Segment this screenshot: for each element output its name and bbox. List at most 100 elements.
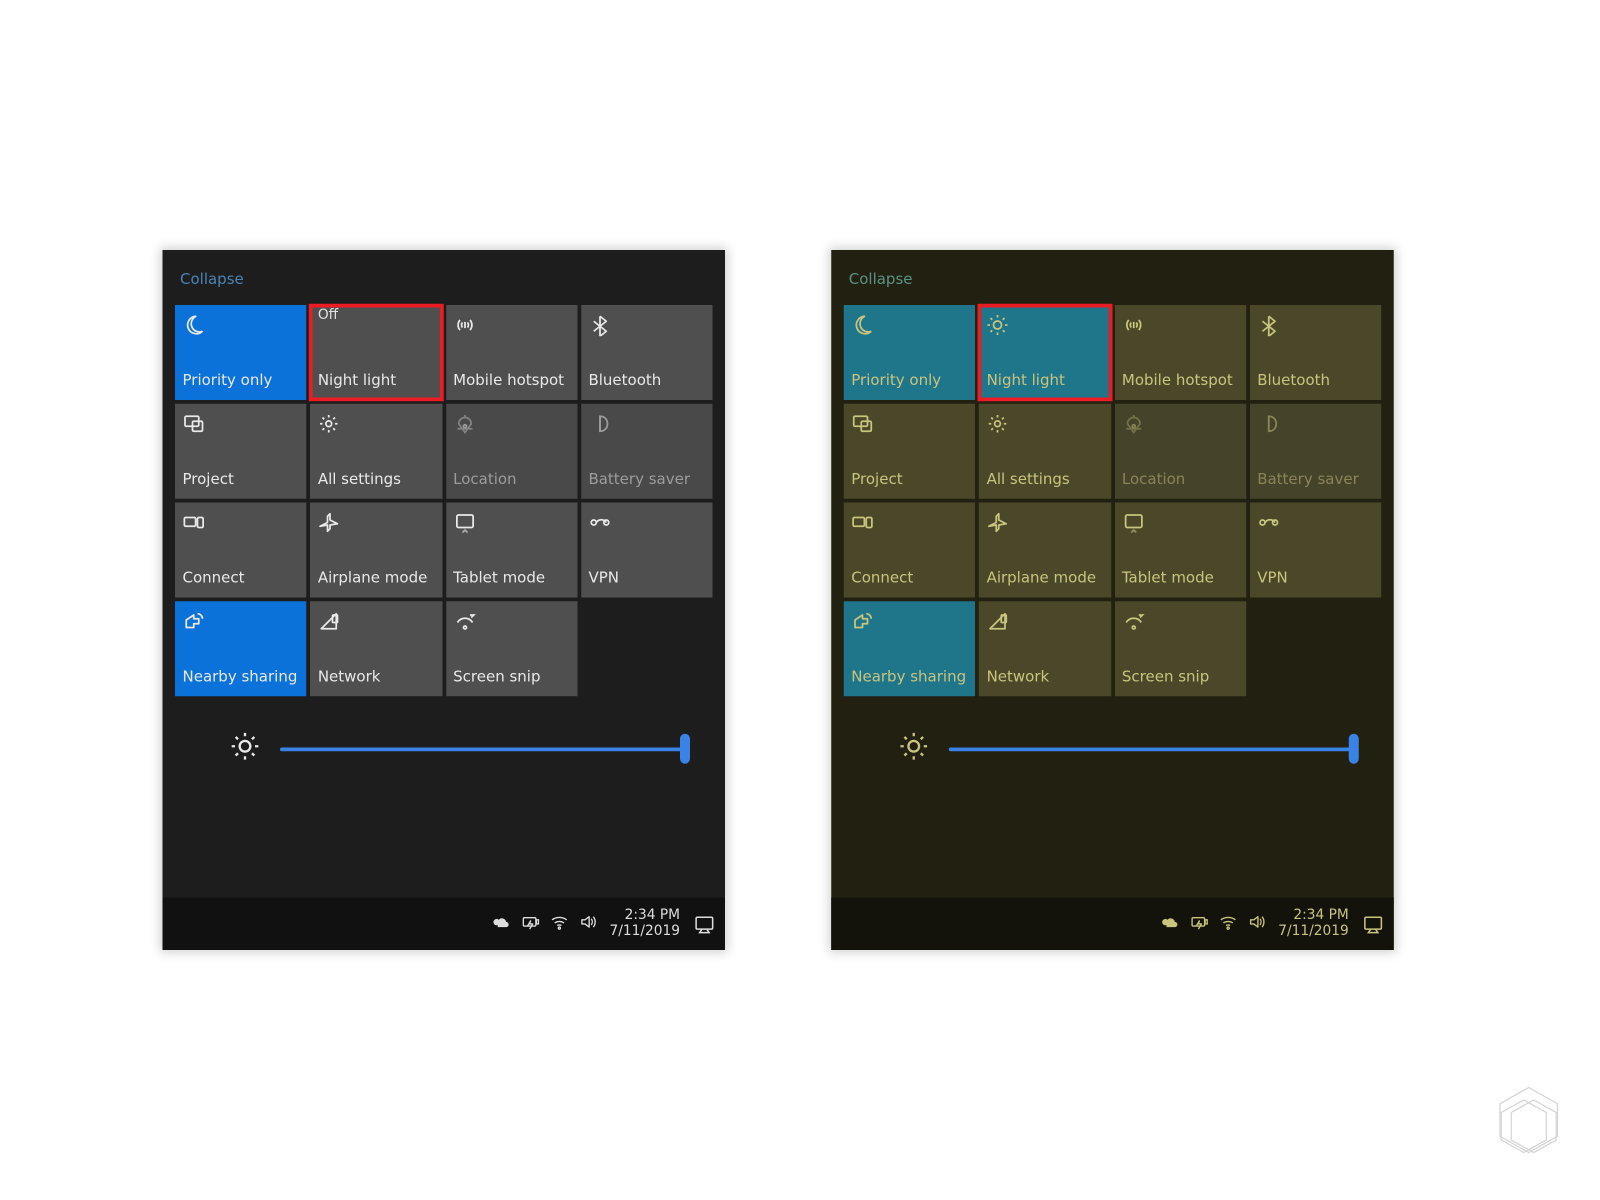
clock[interactable]: 2:34 PM 7/11/2019: [1278, 908, 1349, 940]
onedrive-icon[interactable]: [1161, 913, 1180, 936]
network-icon: [987, 609, 1104, 634]
tile-label: Screen snip: [1122, 669, 1239, 686]
brightness-icon: [899, 731, 929, 766]
location-icon: [453, 411, 570, 436]
tile-network[interactable]: Network: [979, 601, 1111, 696]
tile-label: Nearby sharing: [851, 669, 968, 686]
slider-track[interactable]: [949, 747, 1359, 751]
tile-night-light[interactable]: Off Night light: [310, 305, 442, 400]
tile-screen-snip[interactable]: Screen snip: [446, 601, 578, 696]
tile-connect[interactable]: Connect: [175, 503, 307, 598]
tile-status: Off: [318, 308, 435, 324]
tile-bluetooth[interactable]: Bluetooth: [581, 305, 713, 400]
action-center-icon[interactable]: [693, 913, 716, 936]
tile-label: All settings: [987, 472, 1104, 489]
tile-mobile-hotspot[interactable]: Mobile hotspot: [1114, 305, 1246, 400]
location-icon: [1122, 411, 1239, 436]
quick-action-grid: Priority only Off Night light Mobile hot…: [175, 305, 713, 696]
tile-label: Battery saver: [588, 472, 705, 489]
project-icon: [851, 411, 968, 436]
tile-label: Night light: [318, 373, 435, 390]
slider-track[interactable]: [280, 747, 690, 751]
vpn-icon: [588, 510, 705, 535]
tile-label: VPN: [1257, 570, 1374, 587]
tile-label: Tablet mode: [453, 570, 570, 587]
watermark-logo: [1485, 1080, 1573, 1173]
action-center-panel-nightlight: Collapse Priority only Night light Mobil…: [831, 250, 1394, 950]
action-center-icon[interactable]: [1361, 913, 1384, 936]
tile-all-settings[interactable]: All settings: [310, 404, 442, 499]
clock[interactable]: 2:34 PM 7/11/2019: [609, 908, 680, 940]
tile-mobile-hotspot[interactable]: Mobile hotspot: [446, 305, 578, 400]
tile-tablet-mode[interactable]: Tablet mode: [446, 503, 578, 598]
tile-vpn[interactable]: VPN: [581, 503, 713, 598]
onedrive-icon[interactable]: [492, 913, 511, 936]
gear-icon: [318, 411, 435, 436]
wifi-icon[interactable]: [549, 913, 568, 936]
tile-project[interactable]: Project: [844, 404, 976, 499]
volume-icon[interactable]: [578, 913, 597, 936]
tile-location[interactable]: Location: [1114, 404, 1246, 499]
battery-icon[interactable]: [1189, 913, 1208, 936]
airplane-icon: [987, 510, 1104, 535]
system-tray[interactable]: [1161, 913, 1266, 936]
system-tray[interactable]: [492, 913, 597, 936]
hotspot-icon: [1122, 313, 1239, 338]
tablet-icon: [1122, 510, 1239, 535]
tile-battery-saver[interactable]: Battery saver: [1250, 404, 1382, 499]
tile-network[interactable]: Network: [310, 601, 442, 696]
tile-label: All settings: [318, 472, 435, 489]
brightness-slider[interactable]: [844, 696, 1382, 766]
tile-label: VPN: [588, 570, 705, 587]
moon-icon: [183, 313, 300, 338]
tile-night-light[interactable]: Night light: [979, 305, 1111, 400]
bluetooth-icon: [588, 313, 705, 338]
collapse-link[interactable]: Collapse: [844, 263, 1382, 306]
battery-icon[interactable]: [521, 913, 540, 936]
network-icon: [318, 609, 435, 634]
connect-icon: [851, 510, 968, 535]
tile-label: Airplane mode: [318, 570, 435, 587]
volume-icon[interactable]: [1247, 913, 1266, 936]
tile-all-settings[interactable]: All settings: [979, 404, 1111, 499]
leaf-icon: [588, 411, 705, 436]
tile-label: Network: [987, 669, 1104, 686]
tile-priority-only[interactable]: Priority only: [844, 305, 976, 400]
brightness-icon: [230, 731, 260, 766]
tile-label: Night light: [987, 373, 1104, 390]
tile-label: Bluetooth: [588, 373, 705, 390]
project-icon: [183, 411, 300, 436]
tile-tablet-mode[interactable]: Tablet mode: [1114, 503, 1246, 598]
tile-label: Nearby sharing: [183, 669, 300, 686]
slider-thumb[interactable]: [680, 734, 690, 764]
tile-battery-saver[interactable]: Battery saver: [581, 404, 713, 499]
brightness-slider[interactable]: [175, 696, 713, 766]
slider-thumb[interactable]: [1349, 734, 1359, 764]
gear-icon: [987, 411, 1104, 436]
tile-airplane-mode[interactable]: Airplane mode: [310, 503, 442, 598]
tile-screen-snip[interactable]: Screen snip: [1114, 601, 1246, 696]
tile-label: Airplane mode: [987, 570, 1104, 587]
airplane-icon: [318, 510, 435, 535]
tile-bluetooth[interactable]: Bluetooth: [1250, 305, 1382, 400]
clock-date: 7/11/2019: [1278, 924, 1349, 940]
tile-label: Project: [183, 472, 300, 489]
tile-airplane-mode[interactable]: Airplane mode: [979, 503, 1111, 598]
tile-location[interactable]: Location: [446, 404, 578, 499]
sun-icon: [987, 313, 1104, 338]
tile-vpn[interactable]: VPN: [1250, 503, 1382, 598]
clock-time: 2:34 PM: [1293, 908, 1348, 924]
quick-action-grid: Priority only Night light Mobile hotspot…: [844, 305, 1382, 696]
tile-connect[interactable]: Connect: [844, 503, 976, 598]
tile-label: Mobile hotspot: [453, 373, 570, 390]
tile-label: Priority only: [851, 373, 968, 390]
tile-priority-only[interactable]: Priority only: [175, 305, 307, 400]
collapse-link[interactable]: Collapse: [175, 263, 713, 306]
tile-nearby-sharing[interactable]: Nearby sharing: [844, 601, 976, 696]
wifi-icon[interactable]: [1218, 913, 1237, 936]
vpn-icon: [1257, 510, 1374, 535]
tile-label: Tablet mode: [1122, 570, 1239, 587]
tile-project[interactable]: Project: [175, 404, 307, 499]
hotspot-icon: [453, 313, 570, 338]
tile-nearby-sharing[interactable]: Nearby sharing: [175, 601, 307, 696]
